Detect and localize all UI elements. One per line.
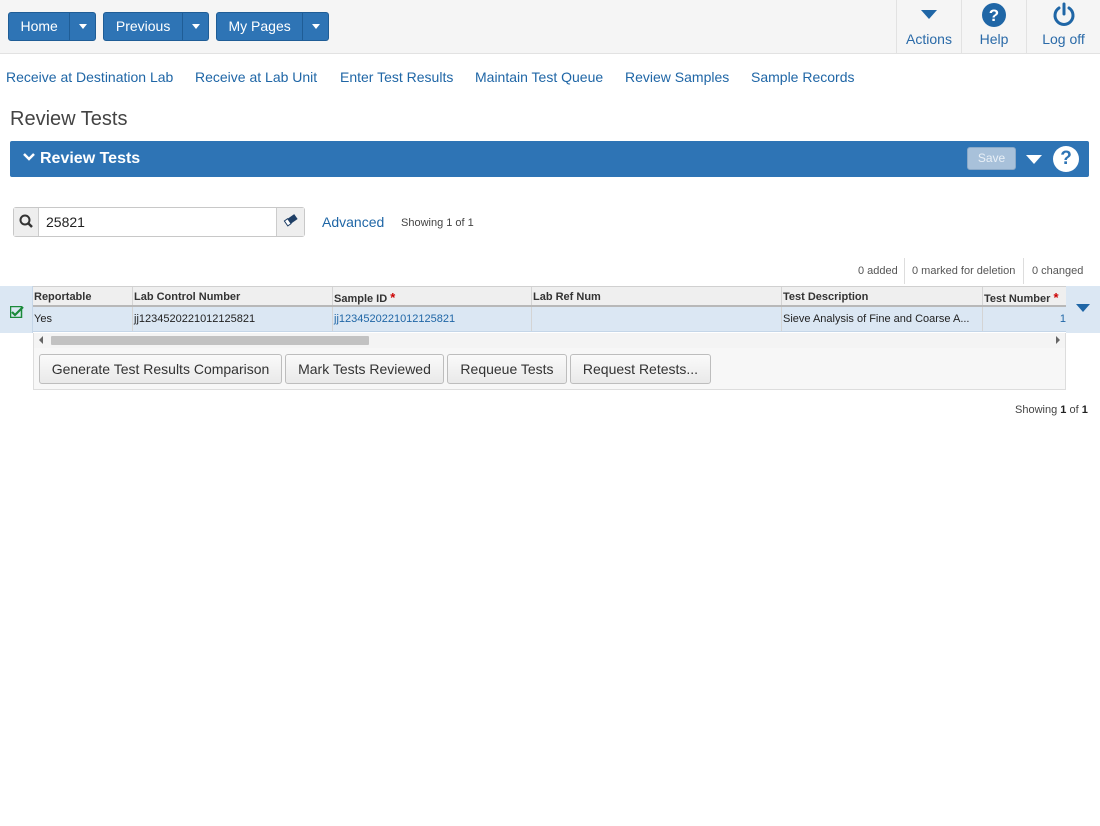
help-label: Help <box>979 31 1009 47</box>
showing-prefix: Showing <box>1015 404 1058 416</box>
bottom-result-count: Showing 1 of 1 <box>1015 404 1088 416</box>
marked-count: 0 marked for deletion <box>912 265 1016 277</box>
col-label: Lab Ref Num <box>533 291 601 303</box>
cell-lab-ref-num[interactable] <box>532 307 782 331</box>
scroll-right-arrow-icon[interactable] <box>1056 336 1060 344</box>
cell-reportable[interactable]: Yes <box>33 307 133 331</box>
cell-lab-control-number[interactable]: jj1234520221012125821 <box>133 307 333 331</box>
row-menu-column[interactable] <box>1066 286 1100 333</box>
col-header-reportable[interactable]: Reportable <box>33 287 133 305</box>
logoff-button[interactable]: Log off <box>1026 0 1100 54</box>
panel-title: Review Tests <box>40 150 141 167</box>
cell-sample-id-link[interactable]: jj1234520221012125821 <box>333 307 532 331</box>
horizontal-scrollbar[interactable] <box>33 333 1066 348</box>
panel-help-icon[interactable]: ? <box>1053 146 1079 172</box>
link-receive-destination-lab[interactable]: Receive at Destination Lab <box>6 69 173 85</box>
panel-menu-caret-icon[interactable] <box>1026 155 1042 164</box>
link-review-samples[interactable]: Review Samples <box>625 69 729 85</box>
page-title: Review Tests <box>10 108 128 130</box>
col-label: Test Number <box>984 293 1051 305</box>
eraser-icon[interactable] <box>276 208 304 236</box>
previous-button[interactable]: Previous <box>104 13 184 40</box>
mark-tests-reviewed-button[interactable]: Mark Tests Reviewed <box>285 354 444 384</box>
change-counts: 0 added 0 marked for deletion 0 changed <box>850 258 1090 284</box>
current-page: 1 <box>1060 404 1067 416</box>
requeue-tests-button[interactable]: Requeue Tests <box>447 354 567 384</box>
svg-text:?: ? <box>989 6 999 25</box>
search-input[interactable]: 25821 <box>46 214 85 230</box>
mypages-menu-caret[interactable] <box>303 13 328 40</box>
cell-test-number[interactable]: 1 <box>983 307 1066 331</box>
required-marker: * <box>390 290 396 305</box>
tests-grid: Reportable Lab Control Number Sample ID … <box>0 286 1100 390</box>
help-icon: ? <box>982 3 1006 27</box>
panel-header[interactable]: Review Tests Save ? <box>10 141 1089 177</box>
col-header-test-description[interactable]: Test Description <box>782 287 983 305</box>
caret-down-icon <box>921 10 937 19</box>
home-menu-caret[interactable] <box>70 13 95 40</box>
col-header-lab-control-number[interactable]: Lab Control Number <box>133 287 333 305</box>
required-marker: * <box>1053 290 1059 305</box>
grid-action-bar: Generate Test Results Comparison Mark Te… <box>33 348 1066 390</box>
checkmark-icon[interactable] <box>10 306 24 318</box>
col-header-lab-ref-num[interactable]: Lab Ref Num <box>532 287 782 305</box>
result-count: Showing 1 of 1 <box>401 217 474 229</box>
table-row[interactable]: Yes jj1234520221012125821 jj123452022101… <box>33 307 1066 332</box>
cell-test-description[interactable]: Sieve Analysis of Fine and Coarse A... <box>782 307 983 331</box>
link-maintain-test-queue[interactable]: Maintain Test Queue <box>475 69 603 85</box>
link-enter-test-results[interactable]: Enter Test Results <box>340 69 453 85</box>
changed-count: 0 changed <box>1032 265 1084 277</box>
actions-button[interactable]: Actions <box>896 0 961 54</box>
col-header-sample-id[interactable]: Sample ID * <box>333 287 532 305</box>
of-text: of <box>1069 404 1079 416</box>
help-button[interactable]: ? Help <box>961 0 1026 54</box>
logoff-label: Log off <box>1042 31 1085 47</box>
mypages-button[interactable]: My Pages <box>217 13 304 40</box>
col-label: Reportable <box>34 291 92 303</box>
link-receive-lab-unit[interactable]: Receive at Lab Unit <box>195 69 317 85</box>
home-button[interactable]: Home <box>9 13 71 40</box>
previous-menu-caret[interactable] <box>183 13 208 40</box>
actions-label: Actions <box>906 31 952 47</box>
chevron-down-icon <box>311 24 320 29</box>
total-pages: 1 <box>1081 404 1088 416</box>
previous-split-button[interactable]: Previous <box>103 12 209 41</box>
save-button[interactable]: Save <box>967 147 1016 170</box>
mypages-split-button[interactable]: My Pages <box>216 12 329 41</box>
link-sample-records[interactable]: Sample Records <box>751 69 855 85</box>
top-bar: Home Previous My Pages Actions ? Help Lo… <box>0 0 1100 54</box>
col-header-test-number[interactable]: Test Number * <box>983 287 1066 305</box>
col-label: Test Description <box>783 291 869 303</box>
grid-header: Reportable Lab Control Number Sample ID … <box>33 286 1066 307</box>
added-count: 0 added <box>858 265 898 277</box>
request-retests-button[interactable]: Request Retests... <box>570 354 711 384</box>
row-menu-caret-icon[interactable] <box>1076 304 1090 312</box>
power-icon <box>1053 2 1074 26</box>
scroll-left-arrow-icon[interactable] <box>39 336 43 344</box>
col-label: Sample ID <box>334 293 388 305</box>
scrollbar-thumb[interactable] <box>51 336 369 345</box>
generate-comparison-button[interactable]: Generate Test Results Comparison <box>39 354 282 384</box>
search-icon[interactable] <box>14 208 39 236</box>
chevron-down-icon <box>191 24 200 29</box>
home-split-button[interactable]: Home <box>8 12 96 41</box>
row-select-column[interactable] <box>0 286 33 333</box>
chevron-down-icon[interactable] <box>22 152 36 162</box>
search-box: 25821 <box>13 207 305 237</box>
col-label: Lab Control Number <box>134 291 241 303</box>
chevron-down-icon <box>78 24 87 29</box>
advanced-search-link[interactable]: Advanced <box>322 214 384 230</box>
